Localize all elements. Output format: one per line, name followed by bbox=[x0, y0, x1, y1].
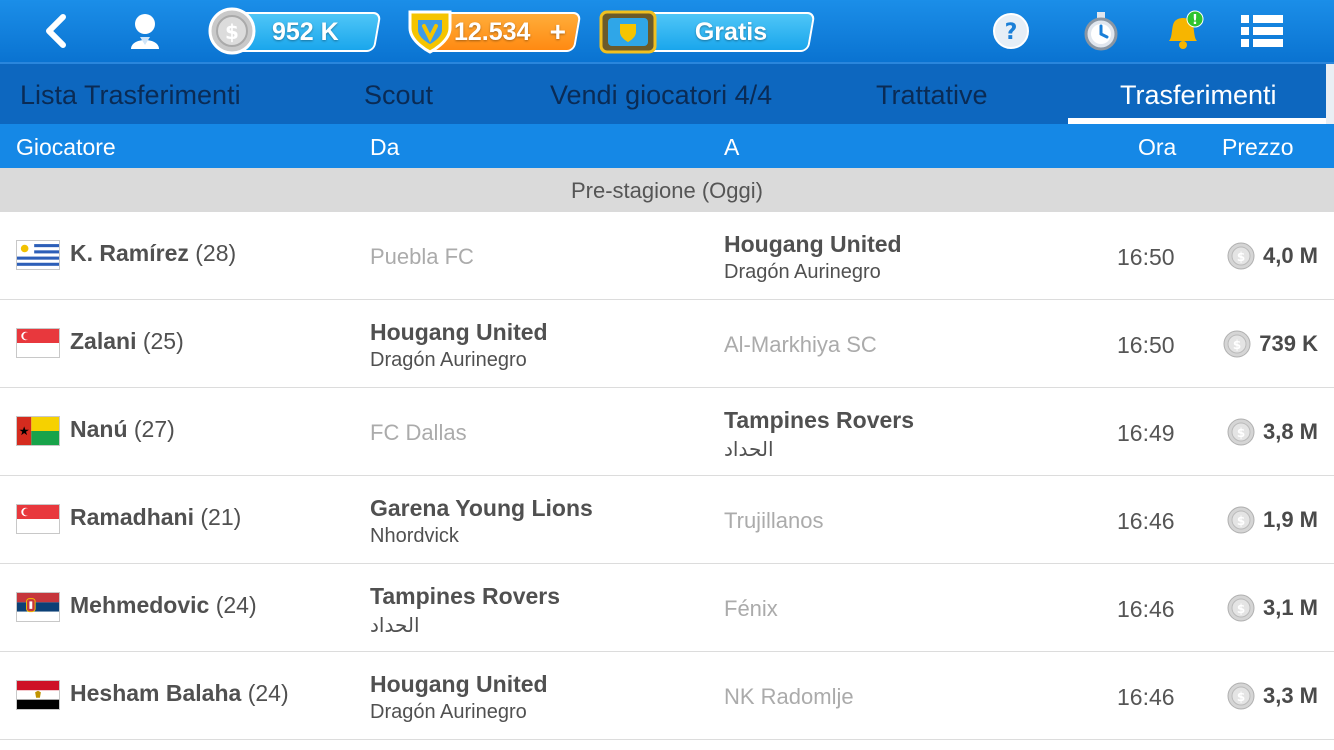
tab-transfers[interactable]: Trasferimenti bbox=[1120, 64, 1277, 124]
free-tokens-label: Gratis bbox=[694, 17, 768, 46]
stopwatch-icon bbox=[1084, 12, 1118, 51]
tokens-balance: 12.534 bbox=[454, 17, 531, 46]
to-club[interactable]: Trujillanos bbox=[724, 476, 1054, 564]
coin-icon: $ bbox=[208, 7, 256, 55]
player-name[interactable]: Ramadhani (21) bbox=[70, 476, 241, 558]
column-to[interactable]: A bbox=[724, 124, 739, 170]
column-time[interactable]: Ora bbox=[1138, 124, 1176, 170]
transfer-time: 16:46 bbox=[1117, 596, 1175, 622]
add-tokens-icon[interactable]: + bbox=[550, 16, 566, 48]
column-player[interactable]: Giocatore bbox=[16, 124, 116, 170]
player-name[interactable]: Zalani (25) bbox=[70, 300, 184, 382]
svg-text:!: ! bbox=[1192, 13, 1198, 28]
svg-text:$: $ bbox=[1233, 338, 1241, 352]
tab-sell-players[interactable]: Vendi giocatori 4/4 bbox=[550, 64, 772, 124]
transfer-price: $ 1,9 M bbox=[1227, 476, 1318, 564]
table-row[interactable]: Zalani (25) Hougang United Dragón Aurine… bbox=[0, 300, 1334, 388]
transfer-price: $ 3,8 M bbox=[1227, 388, 1318, 476]
transfer-price: $ 739 K bbox=[1223, 300, 1318, 388]
coin-icon: $ bbox=[1223, 330, 1251, 358]
from-club[interactable]: Tampines Rovers الحداد bbox=[370, 564, 700, 652]
to-club[interactable]: NK Radomlje bbox=[724, 652, 1054, 740]
coin-icon: $ bbox=[1227, 594, 1255, 622]
player-name[interactable]: Hesham Balaha (24) bbox=[70, 652, 289, 734]
svg-text:$: $ bbox=[1237, 426, 1245, 440]
to-club[interactable]: Fénix bbox=[724, 564, 1054, 652]
tab-transfer-list[interactable]: Lista Trasferimenti bbox=[20, 64, 241, 124]
player-name[interactable]: K. Ramírez (28) bbox=[70, 212, 236, 294]
transfer-time: 16:50 bbox=[1117, 332, 1175, 358]
transfer-price: $ 4,0 M bbox=[1227, 212, 1318, 300]
transfer-price: $ 3,3 M bbox=[1227, 652, 1318, 740]
column-from[interactable]: Da bbox=[370, 124, 399, 170]
player-name[interactable]: Mehmedovic (24) bbox=[70, 564, 257, 646]
flag-singapore-icon bbox=[16, 504, 60, 534]
svg-text:$: $ bbox=[1237, 250, 1245, 264]
table-row[interactable]: Hesham Balaha (24) Hougang United Dragón… bbox=[0, 652, 1334, 740]
transfer-list: K. Ramírez (28) Puebla FC Hougang United… bbox=[0, 212, 1334, 740]
flag-egypt-icon bbox=[16, 680, 60, 710]
column-price[interactable]: Prezzo bbox=[1222, 124, 1294, 170]
svg-text:$: $ bbox=[1237, 514, 1245, 528]
to-club[interactable]: Al-Markhiya SC bbox=[724, 300, 1054, 388]
from-club[interactable]: Hougang United Dragón Aurinegro bbox=[370, 652, 700, 740]
tab-scout[interactable]: Scout bbox=[364, 64, 433, 124]
coin-icon: $ bbox=[1227, 242, 1255, 270]
flag-serbia-icon bbox=[16, 592, 60, 622]
to-club[interactable]: Tampines Rovers الحداد bbox=[724, 388, 1054, 476]
menu-button[interactable] bbox=[1236, 0, 1288, 62]
from-club[interactable]: Puebla FC bbox=[370, 212, 700, 300]
chevron-left-icon bbox=[46, 14, 66, 48]
tv-icon bbox=[599, 10, 657, 54]
transfer-price: $ 3,1 M bbox=[1227, 564, 1318, 652]
flag-guinea-bissau-icon bbox=[16, 416, 60, 446]
token-icon bbox=[408, 10, 452, 54]
list-menu-icon bbox=[1241, 15, 1283, 47]
coins-balance: 952 K bbox=[272, 17, 339, 46]
transfer-time: 16:46 bbox=[1117, 508, 1175, 534]
table-row[interactable]: Mehmedovic (24) Tampines Rovers الحداد F… bbox=[0, 564, 1334, 652]
section-header: Pre-stagione (Oggi) bbox=[0, 168, 1334, 212]
from-club[interactable]: FC Dallas bbox=[370, 388, 700, 476]
tab-negotiations[interactable]: Trattative bbox=[876, 64, 988, 124]
table-row[interactable]: K. Ramírez (28) Puebla FC Hougang United… bbox=[0, 212, 1334, 300]
svg-text:$: $ bbox=[1237, 690, 1245, 704]
top-bar: 952 K $ 12.534 + Gratis ? ! bbox=[0, 0, 1334, 62]
flag-singapore-icon bbox=[16, 328, 60, 358]
from-club[interactable]: Garena Young Lions Nhordvick bbox=[370, 476, 700, 564]
svg-text:$: $ bbox=[225, 20, 239, 44]
table-row[interactable]: Ramadhani (21) Garena Young Lions Nhordv… bbox=[0, 476, 1334, 564]
profile-button[interactable] bbox=[118, 0, 172, 62]
player-name[interactable]: Nanú (27) bbox=[70, 388, 175, 470]
svg-text:$: $ bbox=[1237, 602, 1245, 616]
notifications-button[interactable]: ! bbox=[1158, 0, 1208, 62]
coin-icon: $ bbox=[1227, 418, 1255, 446]
manager-icon bbox=[131, 14, 159, 49]
coin-icon: $ bbox=[1227, 506, 1255, 534]
flag-uruguay-icon bbox=[16, 240, 60, 270]
tab-bar-edge bbox=[1326, 64, 1334, 126]
question-icon: ? bbox=[993, 13, 1029, 49]
from-club[interactable]: Hougang United Dragón Aurinegro bbox=[370, 300, 700, 388]
coin-icon: $ bbox=[1227, 682, 1255, 710]
help-button[interactable]: ? bbox=[988, 0, 1034, 62]
table-row[interactable]: Nanú (27) FC Dallas Tampines Rovers الحد… bbox=[0, 388, 1334, 476]
to-club[interactable]: Hougang United Dragón Aurinegro bbox=[724, 212, 1054, 300]
timer-button[interactable] bbox=[1078, 0, 1124, 62]
transfer-time: 16:49 bbox=[1117, 420, 1175, 446]
transfer-time: 16:46 bbox=[1117, 684, 1175, 710]
transfer-time: 16:50 bbox=[1117, 244, 1175, 270]
svg-text:?: ? bbox=[1005, 20, 1018, 45]
back-button[interactable] bbox=[30, 0, 80, 62]
bell-icon: ! bbox=[1169, 10, 1204, 49]
column-header: Giocatore Da A Ora Prezzo bbox=[0, 124, 1334, 168]
tab-bar: Lista Trasferimenti Scout Vendi giocator… bbox=[0, 62, 1334, 126]
